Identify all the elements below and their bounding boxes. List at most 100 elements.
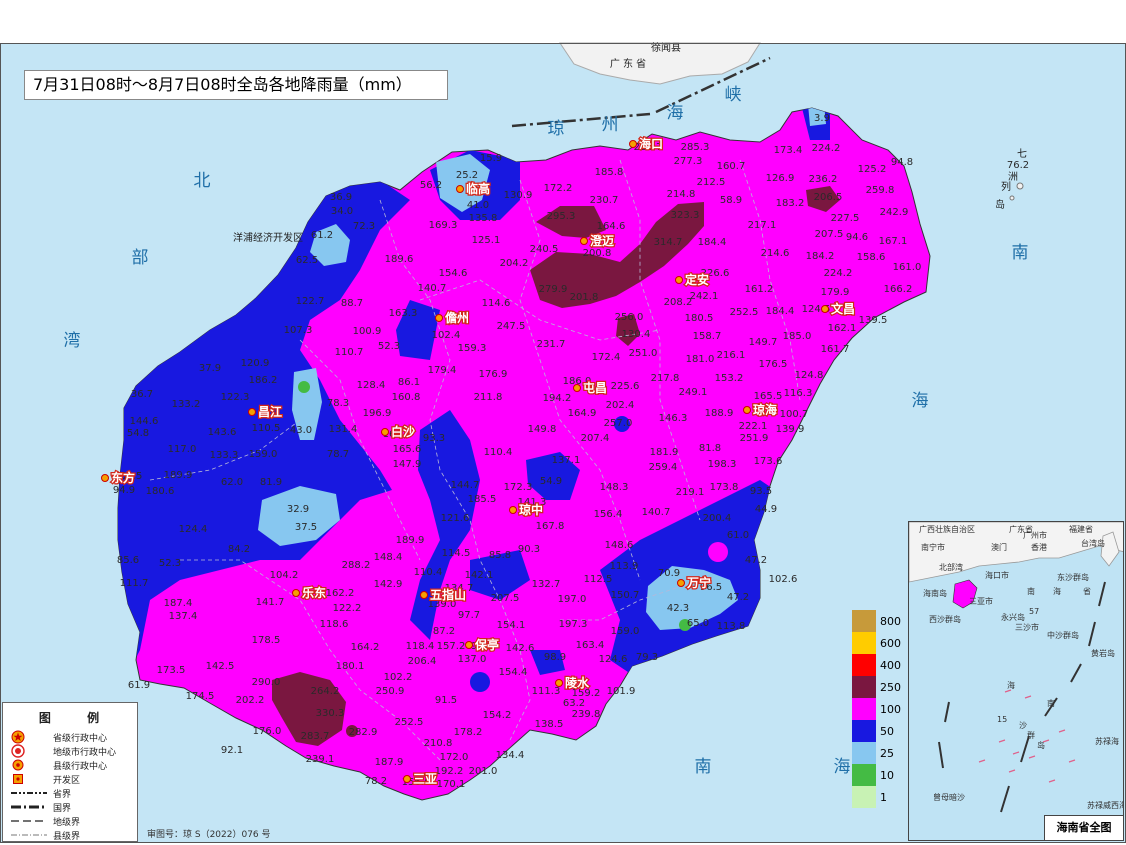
- inset-label: 岛: [1037, 740, 1045, 750]
- color-scale: 800 600 400 250 100 50 25 10 1: [852, 610, 901, 808]
- rainfall-value: 56.2: [420, 180, 442, 191]
- rainfall-value: 72.3: [353, 221, 375, 232]
- rainfall-value: 161.7: [821, 344, 850, 355]
- rainfall-value: 65.0: [687, 618, 709, 629]
- scale-label: 400: [880, 658, 901, 672]
- rainfall-value: 148.3: [600, 482, 629, 493]
- rainfall-value: 78.3: [327, 398, 349, 409]
- rainfall-value: 93.5: [750, 486, 772, 497]
- rainfall-value: 153.2: [715, 373, 744, 384]
- city-label: 琼中: [519, 502, 543, 517]
- rainfall-value: 52.3: [378, 341, 400, 352]
- city-label: 三亚: [413, 772, 437, 786]
- rainfall-value: 159.0: [249, 449, 278, 460]
- sea-label: 北: [194, 171, 211, 191]
- rainfall-value: 236.2: [809, 174, 838, 185]
- rainfall-value: 166.2: [884, 284, 913, 295]
- place-label: 岛: [995, 198, 1005, 211]
- rainfall-value: 256.0: [615, 312, 644, 323]
- rainfall-value: 163.4: [576, 640, 605, 651]
- rainfall-value: 158.6: [857, 252, 886, 263]
- rain-zone-100-250: [571, 539, 593, 561]
- rainfall-value: 58.9: [720, 195, 742, 206]
- inset-label: 香港: [1031, 542, 1047, 552]
- county-line-icon: [11, 834, 47, 836]
- rainfall-value: 160.7: [717, 161, 746, 172]
- rainfall-value: 126.9: [766, 173, 795, 184]
- rainfall-value: 180.6: [146, 486, 175, 497]
- county-center-icon: [420, 591, 428, 599]
- inset-label: 海南岛: [923, 588, 947, 598]
- rainfall-value: 76.2: [1007, 160, 1029, 171]
- rainfall-value: 169.3: [429, 220, 458, 231]
- inset-label: 三亚市: [969, 596, 993, 606]
- rainfall-value: 154.2: [483, 710, 512, 721]
- rainfall-value: 130.9: [504, 190, 533, 201]
- legend-item: 国界: [3, 800, 137, 814]
- rainfall-value: 121.6: [441, 513, 470, 524]
- rainfall-value: 137.0: [458, 654, 487, 665]
- rainfall-value: 216.1: [717, 350, 746, 361]
- city-marker: [629, 140, 637, 148]
- legend-title: 图 例: [38, 711, 116, 725]
- rainfall-value: 142.5: [206, 661, 235, 672]
- rainfall-value: 180.1: [336, 661, 365, 672]
- rainfall-value: 84.2: [228, 544, 250, 555]
- city-label: 屯昌: [583, 380, 607, 395]
- rainfall-value: 165.5: [754, 391, 783, 402]
- legend-item: 地级市行政中心: [3, 744, 137, 758]
- city-label: 临高: [466, 181, 490, 196]
- rainfall-value: 85.8: [489, 550, 511, 561]
- legend-item: 省界: [3, 786, 137, 800]
- rainfall-value: 242.1: [690, 291, 719, 302]
- rainfall-value: 279.9: [539, 284, 568, 295]
- county-center-icon: [580, 237, 588, 245]
- scale-entry: 25: [852, 742, 901, 764]
- rain-zone-100-250: [708, 542, 728, 562]
- place-label: 徐闻县: [651, 41, 681, 54]
- rainfall-value: 47.2: [745, 555, 767, 566]
- legend-label: 省级行政中心: [53, 733, 108, 744]
- rainfall-value: 110.4: [484, 447, 513, 458]
- rainfall-value: 167.8: [536, 521, 565, 532]
- rainfall-value: 214.6: [761, 248, 790, 259]
- rainfall-value: 102.6: [769, 574, 798, 585]
- rainfall-value: 36.7: [131, 389, 153, 400]
- rainfall-value: 147.9: [393, 459, 422, 470]
- county-center-icon: [509, 506, 517, 514]
- rainfall-value: 314.7: [654, 237, 683, 248]
- rainfall-value: 87.2: [433, 626, 455, 637]
- rainfall-value: 174.5: [186, 691, 215, 702]
- rainfall-value: 134.4: [496, 750, 525, 761]
- city-marker: [381, 428, 389, 436]
- rainfall-value: 70.9: [658, 568, 680, 579]
- rainfall-value: 52.3: [159, 558, 181, 569]
- scale-label: 100: [880, 702, 901, 716]
- rainfall-value: 143.6: [208, 427, 237, 438]
- rainfall-value: 172.0: [440, 752, 469, 763]
- rainfall-value: 189.6: [385, 254, 414, 265]
- rainfall-value: 144.6: [130, 416, 159, 427]
- scale-label: 600: [880, 636, 901, 650]
- inset-label: 黄岩岛: [1091, 648, 1115, 658]
- scale-label: 800: [880, 614, 901, 628]
- rainfall-value: 159.0: [611, 626, 640, 637]
- city-marker: [403, 775, 411, 783]
- rainfall-value: 189.9: [164, 470, 193, 481]
- rainfall-value: 184.4: [698, 237, 727, 248]
- rainfall-value: 202.2: [236, 695, 265, 706]
- legend-label: 县级行政中心: [53, 761, 108, 772]
- county-center-icon: [403, 775, 411, 783]
- rainfall-value: 227.5: [831, 213, 860, 224]
- rainfall-value: 201.0: [469, 766, 498, 777]
- rainfall-value: 34.0: [331, 206, 353, 217]
- rainfall-value: 277.3: [674, 156, 703, 167]
- rainfall-value: 200.4: [703, 513, 732, 524]
- scale-swatch: [852, 720, 876, 742]
- rainfall-value: 142.1: [465, 570, 494, 581]
- city-label: 乐东: [302, 585, 326, 600]
- rainfall-value: 173.8: [710, 482, 739, 493]
- rainfall-value: 192.2: [435, 766, 464, 777]
- rainfall-value: 111.3: [532, 686, 561, 697]
- rainfall-value: 154.6: [439, 268, 468, 279]
